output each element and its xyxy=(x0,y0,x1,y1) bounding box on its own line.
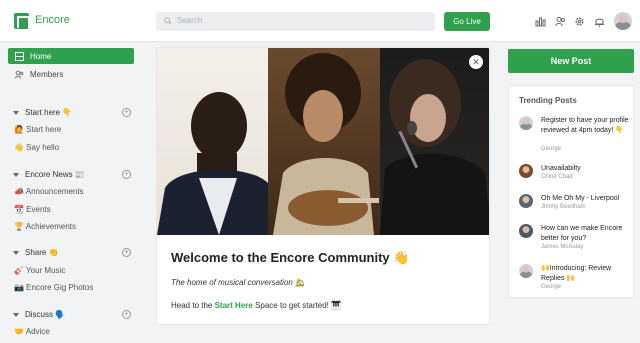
sidebar-item-advice[interactable]: 🤝 Advice xyxy=(14,327,50,336)
trending-post-author: George xyxy=(541,284,562,290)
home-icon xyxy=(15,51,24,61)
new-post-button[interactable]: New Post xyxy=(508,49,634,73)
section-discuss[interactable]: Discuss 🗣️ xyxy=(13,310,65,319)
top-bar: Encore Search Go Live xyxy=(0,0,640,42)
go-live-button[interactable]: Go Live xyxy=(444,12,490,31)
sidebar-item-say-hello[interactable]: 👋 Say hello xyxy=(14,143,59,152)
add-space-icon[interactable]: + xyxy=(122,310,131,319)
sidebar-item-label: Members xyxy=(30,69,64,79)
sidebar-item-home[interactable]: Home xyxy=(8,48,134,64)
bell-icon[interactable] xyxy=(594,16,605,27)
add-space-icon[interactable]: + xyxy=(122,248,131,257)
sidebar-item-announcements[interactable]: 📣 Announcements xyxy=(14,187,84,196)
encore-logo-icon[interactable] xyxy=(14,13,30,29)
sidebar-item-your-music[interactable]: 🎸 Your Music xyxy=(14,266,65,275)
caret-down-icon xyxy=(13,312,19,317)
section-title: Share 👏 xyxy=(25,248,59,257)
cta-prefix: Head to the xyxy=(171,301,215,310)
sidebar-item-events[interactable]: 📆 Events xyxy=(14,205,51,214)
singer-photo-3 xyxy=(379,48,489,235)
sidebar-item-gig-photos[interactable]: 📷 Encore Gig Photos xyxy=(14,283,93,292)
chart-icon[interactable] xyxy=(535,16,546,27)
trending-post-title[interactable]: Register to have your profile reviewed a… xyxy=(541,116,635,136)
start-here-link[interactable]: Start Here xyxy=(215,301,253,310)
add-space-icon[interactable]: + xyxy=(122,170,131,179)
trending-title: Trending Posts xyxy=(519,96,577,105)
sidebar-item-label: Home xyxy=(30,51,52,61)
welcome-banner-image xyxy=(157,48,489,235)
trending-post-title[interactable]: Oh Me Oh My - Liverpool xyxy=(541,194,635,204)
people-icon[interactable] xyxy=(555,16,566,27)
avatar xyxy=(519,116,533,130)
avatar xyxy=(519,264,533,278)
caret-down-icon xyxy=(13,250,19,255)
trending-post-author: Jimmy Beedham xyxy=(541,204,586,210)
people-icon xyxy=(15,70,24,79)
avatar xyxy=(519,224,533,238)
search-input[interactable]: Search xyxy=(156,12,435,31)
singer-photo-1 xyxy=(157,48,269,235)
singer-photo-2 xyxy=(268,48,380,235)
add-space-icon[interactable]: + xyxy=(122,108,131,117)
trending-post-author: James McAulay xyxy=(541,244,584,250)
avatar xyxy=(519,164,533,178)
trending-post-author: George xyxy=(541,146,562,152)
welcome-tagline: The home of musical conversation 🏡 xyxy=(171,278,306,287)
welcome-title: Welcome to the Encore Community 👋 xyxy=(171,250,410,265)
trending-post-author: Chloé Chad xyxy=(541,174,573,180)
sidebar-item-members[interactable]: Members xyxy=(8,66,134,82)
section-share[interactable]: Share 👏 xyxy=(13,248,59,257)
caret-down-icon xyxy=(13,110,19,115)
close-icon[interactable]: ✕ xyxy=(469,55,483,69)
welcome-cta: Head to the Start Here Space to get star… xyxy=(171,301,341,310)
trending-posts-panel: Trending Posts Register to have your pro… xyxy=(508,85,634,298)
welcome-card: ✕ Welcome to the Encore Community 👋 The … xyxy=(156,47,490,325)
section-encore-news[interactable]: Encore News 📰 xyxy=(13,170,85,179)
section-title: Encore News 📰 xyxy=(25,170,85,179)
caret-down-icon xyxy=(13,172,19,177)
cta-suffix: Space to get started! 🎹 xyxy=(252,301,342,310)
section-title: Start here 👇 xyxy=(25,108,73,117)
app-name[interactable]: Encore xyxy=(35,14,70,26)
trending-post-title[interactable]: How can we make Encore better for you? xyxy=(541,224,635,244)
sidebar-item-start-here[interactable]: 🙋 Start here xyxy=(14,125,61,134)
sidebar-item-achievements[interactable]: 🏆 Achievements xyxy=(14,222,76,231)
search-icon xyxy=(164,17,172,25)
section-title: Discuss 🗣️ xyxy=(25,310,66,319)
trending-post-title[interactable]: 🙌Introducing: Review Replies 🙌 xyxy=(541,264,635,284)
avatar xyxy=(519,194,533,208)
trending-post-title[interactable]: Unavailabilty xyxy=(541,164,635,174)
section-start-here[interactable]: Start here 👇 xyxy=(13,108,72,117)
user-avatar[interactable] xyxy=(614,12,632,30)
gear-icon[interactable] xyxy=(574,16,585,27)
search-placeholder: Search xyxy=(177,16,203,25)
